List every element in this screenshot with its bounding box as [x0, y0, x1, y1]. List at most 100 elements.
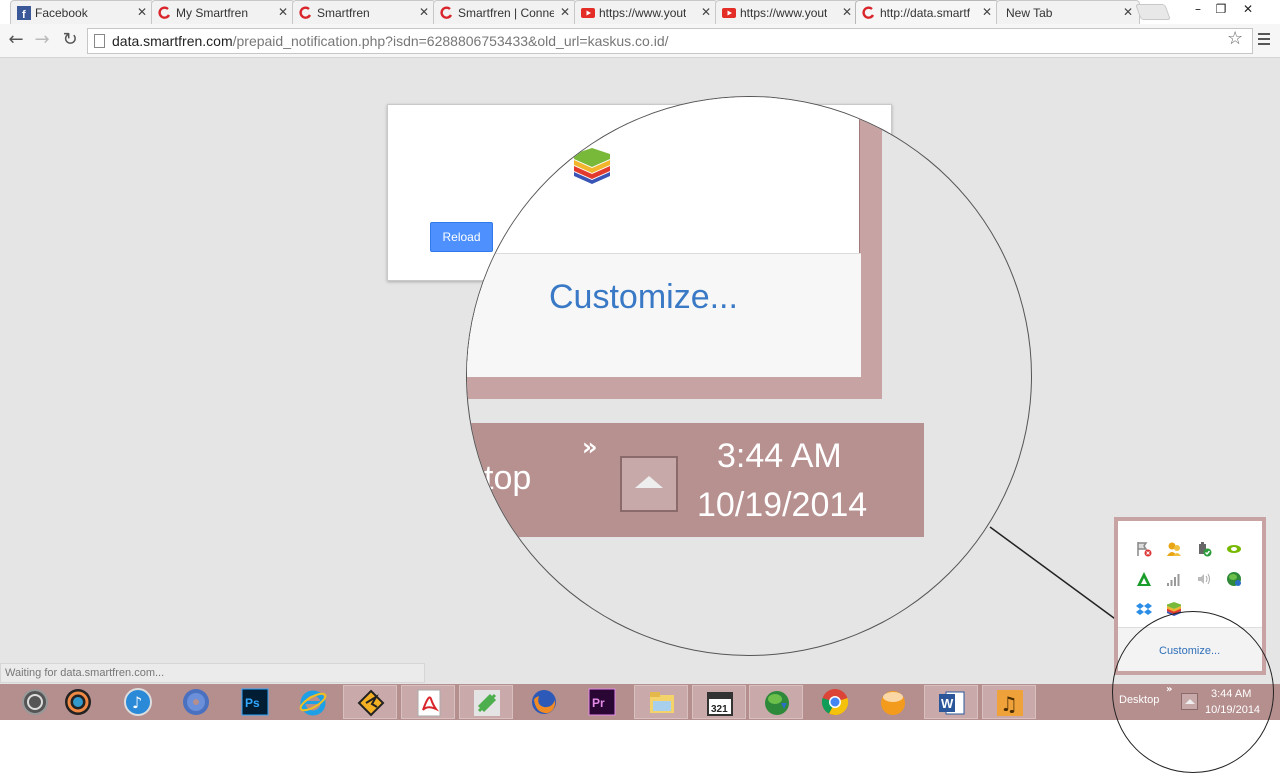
file-explorer-icon: [650, 692, 674, 713]
globe-update-icon: [758, 96, 802, 100]
new-tab-button[interactable]: [1135, 4, 1171, 20]
globe-update-icon[interactable]: [1226, 571, 1242, 587]
taskbar-app-photoshop[interactable]: Ps: [228, 685, 282, 719]
tab-smartfren[interactable]: Smartfren ✕: [292, 0, 436, 24]
taskbar-app-chrome[interactable]: [808, 685, 862, 719]
taskbar-app-camera[interactable]: [51, 685, 105, 719]
svg-text:Ps: Ps: [245, 696, 260, 710]
taskbar-app-orange-globe[interactable]: [866, 685, 920, 719]
bluestacks-icon: [574, 148, 610, 184]
disc-icon: [183, 689, 209, 715]
winamp-icon: [357, 689, 385, 717]
highlight-circle: [1112, 611, 1274, 773]
taskbar-app-firefox[interactable]: [517, 685, 571, 719]
close-tab-icon[interactable]: ✕: [982, 5, 992, 19]
signal-bars-icon[interactable]: [1166, 571, 1182, 587]
tab-title: Smartfren | Conne: [458, 6, 554, 20]
taskbar-app-itunes[interactable]: ♪: [111, 685, 165, 719]
close-window-button[interactable]: ✕: [1240, 2, 1256, 16]
download-manager-icon: [765, 691, 789, 715]
acrobat-icon: [417, 689, 441, 717]
magnified-customize-link: Customize...: [549, 278, 738, 316]
tab-youtube-1[interactable]: https://www.yout ✕: [574, 0, 718, 24]
svg-text:Pr: Pr: [592, 696, 605, 710]
close-tab-icon[interactable]: ✕: [701, 5, 711, 19]
close-tab-icon[interactable]: ✕: [560, 5, 570, 19]
url-path: /prepaid_notification.php?isdn=628880675…: [232, 33, 669, 49]
menu-icon[interactable]: [1258, 33, 1270, 48]
tab-facebook[interactable]: f Facebook ✕: [10, 0, 154, 24]
svg-text:321: 321: [711, 704, 728, 715]
tab-title: https://www.yout: [599, 6, 687, 20]
network-triangle-icon[interactable]: [1136, 571, 1152, 587]
media-player-321-icon: 321: [707, 692, 733, 716]
url-text: data.smartfren.com/prepaid_notification.…: [112, 33, 669, 49]
taskbar-app-premiere[interactable]: Pr: [575, 685, 629, 719]
svg-text:♪: ♪: [132, 693, 142, 712]
itunes-icon: ♪: [124, 688, 152, 716]
power-icon[interactable]: [1196, 541, 1212, 557]
music-icon: ♫: [997, 690, 1023, 716]
back-icon[interactable]: ←: [6, 30, 26, 50]
smartfren-icon: [299, 6, 312, 19]
taskbar-app-internet-explorer[interactable]: [286, 685, 340, 719]
photoshop-icon: Ps: [241, 688, 269, 716]
orange-globe-icon: [881, 691, 905, 715]
page-icon: [94, 34, 105, 48]
tab-title: Smartfren: [317, 6, 370, 20]
tab-my-smartfren[interactable]: My Smartfren ✕: [151, 0, 295, 24]
camera-icon: [65, 689, 91, 715]
tab-youtube-2[interactable]: https://www.yout ✕: [715, 0, 859, 24]
restore-button[interactable]: ❐: [1213, 2, 1229, 16]
taskbar-app-acrobat[interactable]: [401, 685, 455, 719]
close-tab-icon[interactable]: ✕: [278, 5, 288, 19]
tab-title: Facebook: [35, 6, 88, 20]
svg-text:W: W: [941, 696, 954, 711]
taskbar-app-file-explorer[interactable]: [634, 685, 688, 719]
magnified-tray-popup-inner: Customize...: [467, 96, 861, 377]
close-tab-icon[interactable]: ✕: [842, 5, 852, 19]
smartfren-icon: [158, 6, 171, 19]
taskbar-app-download-manager[interactable]: [749, 685, 803, 719]
volume-icon[interactable]: [1196, 571, 1212, 587]
vine-icon: [474, 690, 500, 716]
tab-title: My Smartfren: [176, 6, 249, 20]
windows-taskbar: ♪ Ps Pr 321 W ♫ Desktop » 3:44 AM 10/19/…: [0, 684, 1280, 720]
tab-title: https://www.yout: [740, 6, 828, 20]
facebook-icon: f: [17, 6, 31, 20]
tab-data-smartfren[interactable]: http://data.smartf ✕: [855, 0, 999, 24]
magnified-taskbar: ktop » 3:44 AM 10/19/2014: [467, 423, 924, 537]
smartfren-icon: [440, 6, 453, 19]
url-host: data.smartfren.com: [112, 33, 233, 49]
tab-new-tab[interactable]: New Tab ✕: [996, 0, 1140, 24]
magnified-clock-date: 10/19/2014: [697, 486, 868, 524]
taskbar-app-vine[interactable]: [459, 685, 513, 719]
tab-smartfren-connect[interactable]: Smartfren | Conne ✕: [433, 0, 577, 24]
user-accounts-icon[interactable]: [1166, 541, 1182, 557]
status-bar: Waiting for data.smartfren.com...: [0, 663, 425, 683]
taskbar-app-music[interactable]: ♫: [982, 685, 1036, 719]
close-tab-icon[interactable]: ✕: [419, 5, 429, 19]
tab-title: New Tab: [1006, 6, 1053, 20]
bookmark-star-icon[interactable]: ☆: [1227, 28, 1243, 49]
address-bar[interactable]: data.smartfren.com/prepaid_notification.…: [87, 28, 1253, 54]
youtube-icon: [722, 8, 736, 18]
premiere-icon: Pr: [588, 688, 616, 716]
dropbox-icon[interactable]: [1136, 601, 1152, 617]
magnified-clock-time: 3:44 AM: [717, 437, 842, 475]
smartfren-icon: [862, 6, 875, 19]
nvidia-icon[interactable]: [1226, 541, 1242, 557]
firefox-icon: [532, 690, 556, 714]
taskbar-app-word[interactable]: W: [924, 685, 978, 719]
taskbar-app-media-player[interactable]: 321: [692, 685, 746, 719]
close-tab-icon[interactable]: ✕: [1123, 5, 1133, 19]
taskbar-app-disc[interactable]: [169, 685, 223, 719]
minimize-button[interactable]: –: [1190, 2, 1206, 16]
close-tab-icon[interactable]: ✕: [137, 5, 147, 19]
internet-explorer-icon: [299, 690, 327, 716]
taskbar-app-winamp[interactable]: [343, 685, 397, 719]
reload-icon[interactable]: ↻: [60, 30, 80, 50]
forward-icon[interactable]: →: [32, 30, 52, 50]
action-center-icon[interactable]: [1136, 541, 1152, 557]
svg-text:♫: ♫: [1000, 692, 1018, 716]
